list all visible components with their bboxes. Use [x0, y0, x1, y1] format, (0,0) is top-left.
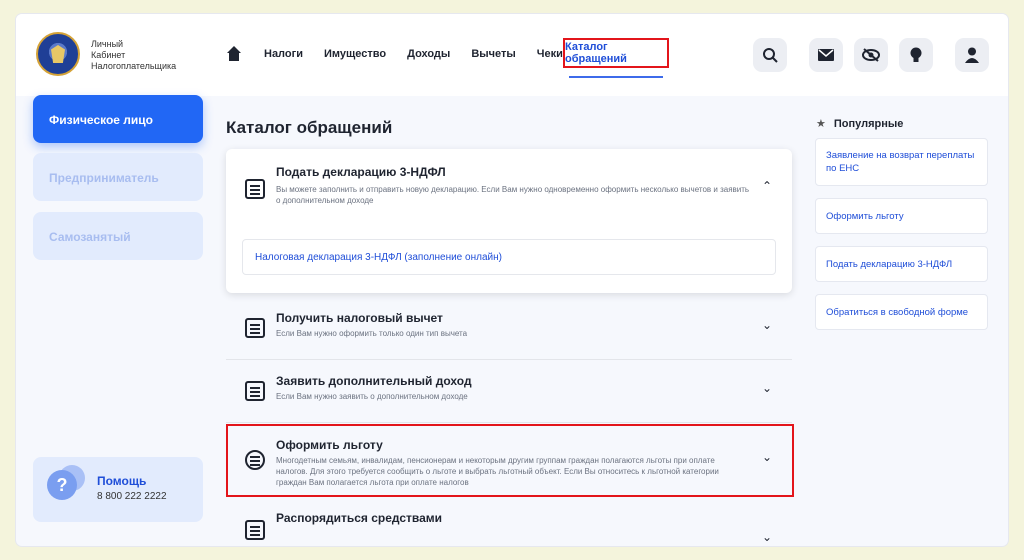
fns-logo[interactable] — [36, 32, 80, 76]
list-item-benefit[interactable]: Оформить льготу Многодетным семьям, инва… — [226, 424, 794, 497]
wallet-icon — [245, 318, 265, 338]
nav-income[interactable]: Доходы — [407, 48, 450, 60]
nav-receipts[interactable]: Чеки — [537, 48, 563, 60]
chevron-down-icon[interactable]: ⌄ — [762, 530, 772, 544]
popular-heading: ★ Популярные — [816, 117, 903, 130]
chevron-up-icon[interactable]: ⌃ — [762, 179, 772, 193]
page-title: Каталог обращений — [226, 118, 393, 137]
brand-line-2: Кабинет — [91, 50, 126, 60]
list-item-additional-income[interactable]: Заявить дополнительный доход Если Вам ну… — [226, 361, 792, 423]
main-nav: Налоги Имущество Доходы Вычеты Чеки Ката… — [226, 38, 669, 78]
row-title: Оформить льготу — [276, 438, 383, 452]
chevron-down-icon[interactable]: ⌄ — [762, 318, 772, 332]
link-3ndfl-online[interactable]: Налоговая декларация 3-НДФЛ (заполнение … — [242, 239, 776, 275]
popular-title: Популярные — [833, 118, 904, 130]
nav-property[interactable]: Имущество — [324, 48, 386, 60]
expanded-card-3ndfl: Подать декларацию 3-НДФЛ Вы можете запол… — [226, 149, 792, 293]
list-item-deduction[interactable]: Получить налоговый вычет Если Вам нужно … — [226, 298, 792, 360]
card-description: Вы можете заполнить и отправить новую де… — [276, 185, 750, 205]
row-description: Многодетным семьям, инвалидам, пенсионер… — [276, 456, 719, 487]
home-icon[interactable] — [226, 46, 242, 62]
hide-icon[interactable] — [854, 38, 888, 72]
help-phone: 8 800 222 2222 — [97, 491, 167, 502]
question-icon: ? — [47, 470, 77, 500]
list-item-manage-funds[interactable]: Распорядиться средствами ⌄ — [226, 504, 792, 546]
nav-taxes[interactable]: Налоги — [264, 48, 303, 60]
sidebar-item-entrepreneur[interactable]: Предприниматель — [33, 153, 203, 201]
chevron-down-icon[interactable]: ⌄ — [762, 381, 772, 395]
help-title[interactable]: Помощь — [97, 474, 146, 488]
active-tab-underline — [569, 76, 663, 78]
popular-item-benefit[interactable]: Оформить льготу — [815, 198, 988, 234]
user-icon[interactable] — [955, 38, 989, 72]
row-title: Заявить дополнительный доход — [276, 374, 472, 388]
help-card[interactable]: ? Помощь 8 800 222 2222 — [33, 457, 203, 522]
declaration-icon — [245, 179, 265, 199]
search-icon[interactable] — [753, 38, 787, 72]
add-document-icon — [245, 381, 265, 401]
bulb-icon[interactable] — [899, 38, 933, 72]
discount-icon — [245, 450, 265, 470]
row-title: Получить налоговый вычет — [276, 311, 443, 325]
brand-line-3: Налогоплательщика — [91, 61, 177, 71]
app-window: Личный Кабинет Налогоплательщика Налоги … — [16, 14, 1008, 546]
popular-item-free-form[interactable]: Обратиться в свободной форме — [815, 294, 988, 330]
chevron-down-icon[interactable]: ⌄ — [762, 450, 772, 464]
brand-text: Личный Кабинет Налогоплательщика — [91, 39, 176, 72]
popular-item-3ndfl[interactable]: Подать декларацию 3-НДФЛ — [815, 246, 988, 282]
transfer-icon — [245, 520, 265, 540]
row-description: Если Вам нужно оформить только один тип … — [276, 329, 468, 338]
row-description: Если Вам нужно заявить о дополнительном … — [276, 392, 468, 401]
card-title[interactable]: Подать декларацию 3-НДФЛ — [276, 165, 446, 179]
brand-line-1: Личный — [91, 39, 124, 49]
nav-appeals-catalog[interactable]: Каталог обращений — [563, 38, 669, 68]
mail-icon[interactable] — [809, 38, 843, 72]
nav-deductions[interactable]: Вычеты — [471, 48, 515, 60]
star-icon: ★ — [816, 118, 826, 130]
sidebar-item-self-employed[interactable]: Самозанятый — [33, 212, 203, 260]
row-title: Распорядиться средствами — [276, 511, 443, 525]
header: Личный Кабинет Налогоплательщика Налоги … — [16, 14, 1008, 96]
popular-item-refund[interactable]: Заявление на возврат переплаты по ЕНС — [815, 138, 988, 186]
sidebar-item-individual[interactable]: Физическое лицо — [33, 95, 203, 143]
